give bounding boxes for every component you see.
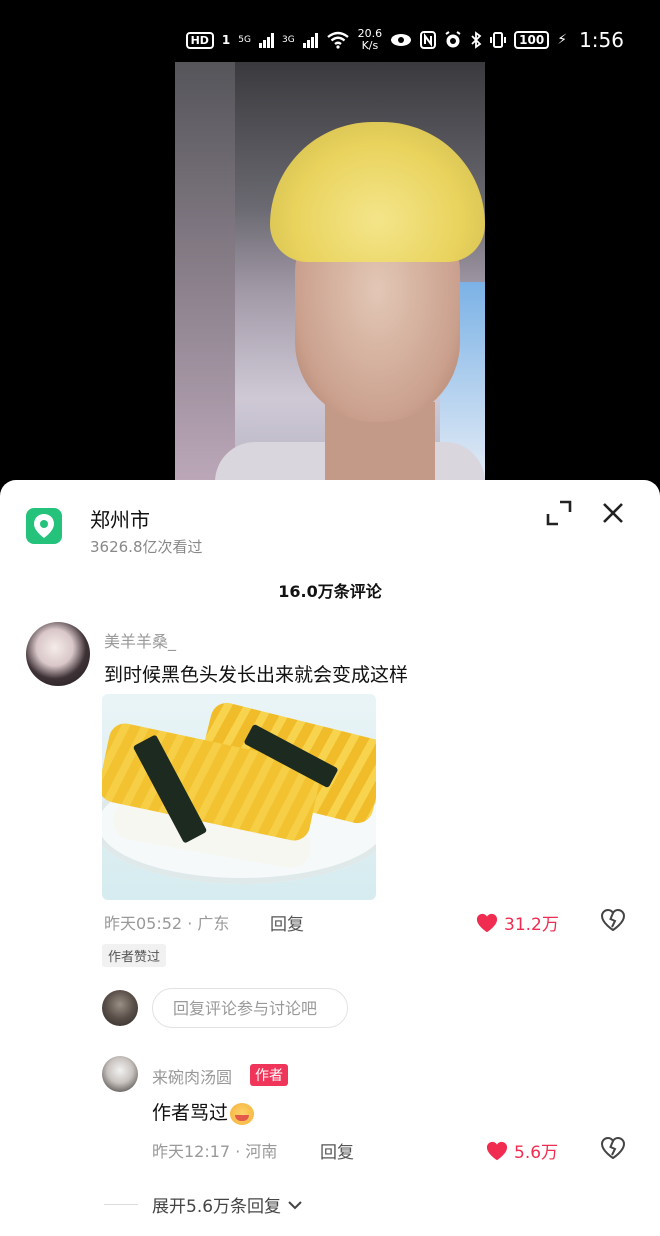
location-views: 3626.8亿次看过	[90, 538, 203, 556]
nfc-icon	[420, 31, 437, 49]
comment-image-sushi[interactable]	[102, 694, 376, 900]
like-button[interactable]: 31.2万	[476, 910, 559, 935]
wifi-icon	[326, 31, 349, 49]
location-name[interactable]: 郑州市	[90, 504, 150, 533]
reply-text-content: 作者骂过	[152, 1102, 229, 1124]
video-frame[interactable]	[175, 62, 485, 482]
status-icons: HD 1 5G 3G 20.6 K/s 100 ⚡ 1:56	[185, 22, 624, 58]
expand-icon[interactable]	[546, 500, 572, 526]
comment-time-location: 昨天05:52 · 广东	[104, 914, 230, 933]
bluetooth-icon	[471, 31, 482, 49]
video-player[interactable]	[0, 62, 660, 482]
author-tag: 作者	[250, 1064, 288, 1086]
vibrate-icon	[490, 32, 507, 48]
reply-input[interactable]: 回复评论参与讨论吧	[152, 988, 348, 1028]
dislike-icon[interactable]	[600, 908, 626, 932]
reply-text[interactable]: 作者骂过	[152, 1098, 255, 1125]
reply-username[interactable]: 来碗肉汤圆	[152, 1064, 232, 1088]
battery-icon: 100	[514, 31, 550, 49]
reply-reply-button[interactable]: 回复	[320, 1138, 354, 1163]
chevron-down-icon	[288, 1200, 302, 1209]
hd-indicator: HD	[185, 31, 214, 49]
alarm-icon	[445, 31, 461, 48]
my-avatar[interactable]	[102, 990, 138, 1026]
eye-icon	[391, 34, 412, 46]
sim-indicator: 1	[221, 33, 231, 47]
reply-avatar[interactable]	[102, 1056, 138, 1092]
signal-icon	[258, 32, 274, 48]
speed-unit: K/s	[361, 39, 379, 52]
reply-like-count: 5.6万	[514, 1143, 559, 1163]
expand-replies-label: 展开5.6万条回复	[152, 1197, 282, 1217]
expand-replies-button[interactable]: 展开5.6万条回复	[152, 1192, 303, 1217]
location-icon[interactable]	[26, 508, 62, 544]
signal-icon-2	[302, 32, 318, 48]
comment-panel: 郑州市 3626.8亿次看过 16.0万条评论 美羊羊桑_ 到时候黑色头发长出来…	[0, 480, 660, 1236]
reply-time-location: 昨天12:17 · 河南	[152, 1142, 278, 1161]
status-time: 1:56	[579, 28, 624, 52]
heart-icon	[476, 913, 498, 932]
heart-icon	[486, 1141, 508, 1160]
reply-button[interactable]: 回复	[270, 910, 304, 935]
network-speed: 20.6 K/s	[358, 28, 383, 52]
comment-count: 16.0万条评论	[278, 582, 382, 601]
comment-text[interactable]: 到时候黑色头发长出来就会变成这样	[104, 660, 408, 687]
network-type-2: 3G	[281, 35, 295, 45]
emoji-icon	[230, 1102, 255, 1125]
reply-like-button[interactable]: 5.6万	[486, 1138, 558, 1163]
charging-icon: ⚡	[557, 32, 568, 48]
comment-username[interactable]: 美羊羊桑_	[104, 628, 176, 652]
avatar[interactable]	[26, 622, 90, 686]
network-type-1: 5G	[238, 35, 251, 45]
reply-dislike-icon[interactable]	[600, 1136, 626, 1160]
divider	[104, 1204, 138, 1205]
close-icon[interactable]	[600, 500, 626, 526]
author-liked-badge: 作者赞过	[102, 944, 167, 967]
like-count: 31.2万	[504, 915, 559, 935]
